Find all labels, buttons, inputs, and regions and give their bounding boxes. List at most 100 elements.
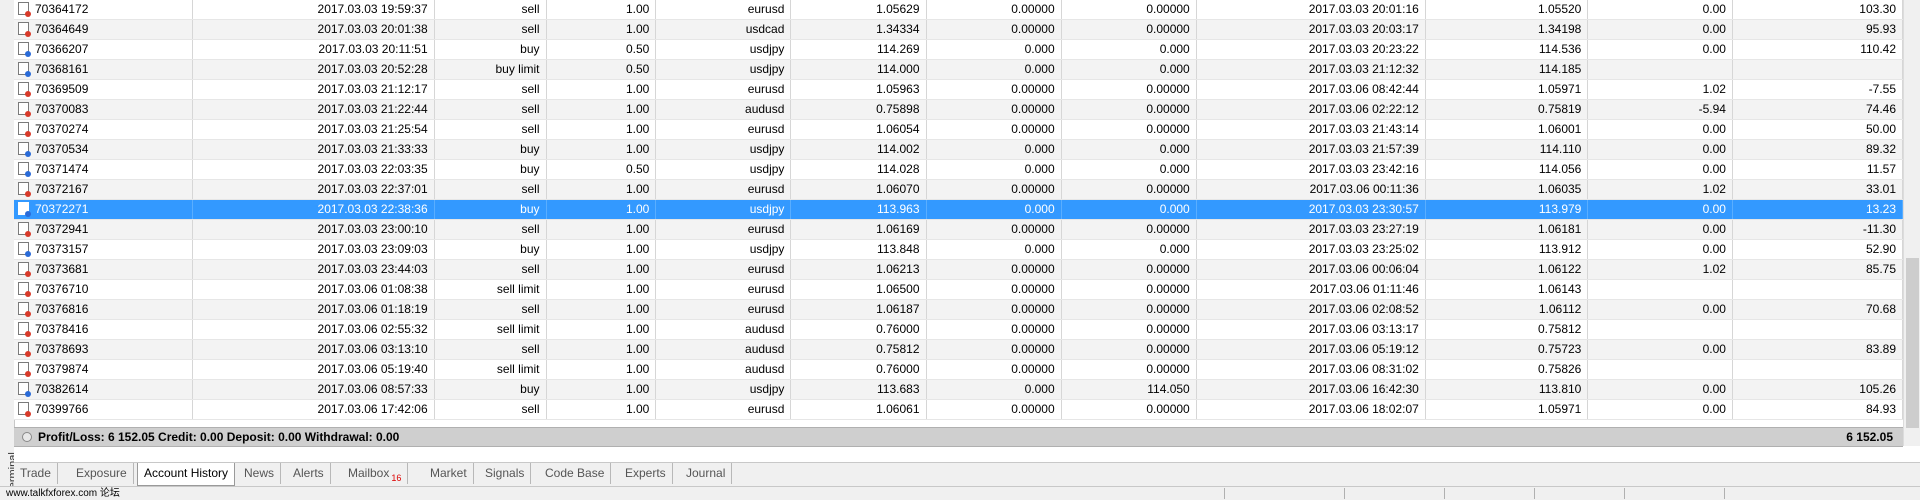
cell-tp: 0.000 [1061, 59, 1197, 80]
cell-close-time: 2017.03.06 00:06:04 [1196, 259, 1426, 280]
tab-market[interactable]: Market [424, 463, 474, 484]
cell-close-time: 2017.03.06 08:31:02 [1196, 359, 1426, 380]
tab-alerts[interactable]: Alerts [287, 463, 331, 484]
terminal-side-strip: Terminal [0, 0, 19, 499]
tab-journal[interactable]: Journal [680, 463, 733, 484]
table-row[interactable]: 70364649 2017.03.03 20:01:38 sell 1.00 usdca… [14, 19, 1904, 40]
table-row[interactable]: 70370083 2017.03.03 21:22:44 sell 1.00 audus… [14, 99, 1904, 120]
cell-sl: 0.00000 [926, 219, 1062, 240]
cell-item: eurusd [655, 299, 792, 320]
cell-sl: 0.00000 [926, 339, 1062, 360]
tab-account-history[interactable]: Account History [137, 463, 236, 486]
ticket-number: 70372271 [35, 202, 89, 216]
table-row[interactable]: 70376816 2017.03.06 01:18:19 sell 1.00 eurus… [14, 299, 1904, 320]
table-row[interactable]: 70372167 2017.03.03 22:37:01 sell 1.00 eurus… [14, 179, 1904, 200]
table-row[interactable]: 70372271 2017.03.03 22:38:36 buy 1.00 usdjpy… [14, 199, 1904, 220]
table-row[interactable]: 70373157 2017.03.03 23:09:03 buy 1.00 usdjpy… [14, 239, 1904, 260]
cell-sl: 0.000 [926, 39, 1062, 60]
table-row[interactable]: 70364172 2017.03.03 19:59:37 sell 1.00 eurus… [14, 0, 1904, 20]
cell-price: 0.76000 [790, 359, 927, 380]
ticket-number: 70373157 [35, 242, 89, 256]
cell-size: 1.00 [546, 379, 657, 400]
tab-label: News [244, 466, 275, 480]
vertical-scrollbar[interactable] [1903, 0, 1920, 446]
tab-signals[interactable]: Signals [479, 463, 532, 484]
ticket-number: 70368161 [35, 62, 89, 76]
table-row[interactable]: 70366207 2017.03.03 20:11:51 buy 0.50 usdjpy… [14, 39, 1904, 60]
account-history-grid: 70364172 2017.03.03 19:59:37 sell 1.00 eurus… [14, 0, 1904, 420]
cell-type: sell [434, 119, 547, 140]
cell-price: 114.000 [790, 59, 927, 80]
table-row[interactable]: 70368161 2017.03.03 20:52:28 buy limit 0.50… [14, 59, 1904, 80]
table-row[interactable]: 70373681 2017.03.03 23:44:03 sell 1.00 eurus… [14, 259, 1904, 280]
ticket-number: 70369509 [35, 82, 89, 96]
cell-size: 1.00 [546, 359, 657, 380]
cell-size: 1.00 [546, 259, 657, 280]
table-row[interactable]: 70376710 2017.03.06 01:08:38 sell limit 1.0… [14, 279, 1904, 300]
cell-open-time: 2017.03.03 23:00:10 [192, 219, 435, 240]
order-icon [18, 282, 31, 297]
cell-item: usdcad [655, 19, 792, 40]
cell-tp: 0.000 [1061, 39, 1197, 60]
order-icon [18, 42, 31, 57]
cell-price: 113.963 [790, 199, 927, 220]
cell-tp: 0.00000 [1061, 319, 1197, 340]
table-row[interactable]: 70371474 2017.03.03 22:03:35 buy 0.50 usdjpy… [14, 159, 1904, 180]
table-row[interactable]: 70370274 2017.03.03 21:25:54 sell 1.00 eurus… [14, 119, 1904, 140]
cell-profit: 70.68 [1732, 299, 1904, 320]
cell-ticket: 70368161 [14, 59, 193, 80]
order-icon [18, 2, 31, 17]
cell-profit [1732, 279, 1904, 300]
tab-mailbox[interactable]: Mailbox 16 [342, 463, 409, 484]
cell-size: 1.00 [546, 299, 657, 320]
tab-exposure[interactable]: Exposure [70, 463, 134, 484]
cell-type: sell limit [434, 359, 547, 380]
tab-news[interactable]: News [238, 463, 282, 484]
table-row[interactable]: 70370534 2017.03.03 21:33:33 buy 1.00 usdjpy… [14, 139, 1904, 160]
cell-price: 1.06070 [790, 179, 927, 200]
cell-price: 114.269 [790, 39, 927, 60]
scrollbar-thumb[interactable] [1906, 258, 1919, 428]
cell-swap: 0.00 [1587, 119, 1733, 140]
cell-open-time: 2017.03.03 20:52:28 [192, 59, 435, 80]
order-icon [18, 162, 31, 177]
cell-size: 0.50 [546, 159, 657, 180]
cell-profit: 95.93 [1732, 19, 1904, 40]
cell-profit [1732, 319, 1904, 340]
cell-item: usdjpy [655, 239, 792, 260]
table-row[interactable]: 70382614 2017.03.06 08:57:33 buy 1.00 usdjpy… [14, 379, 1904, 400]
cell-type: buy [434, 199, 547, 220]
table-row[interactable]: 70372941 2017.03.03 23:00:10 sell 1.00 eurus… [14, 219, 1904, 240]
cell-sl: 0.00000 [926, 319, 1062, 340]
cell-open-time: 2017.03.06 01:18:19 [192, 299, 435, 320]
order-icon [18, 242, 31, 257]
cell-item: usdjpy [655, 139, 792, 160]
ticket-number: 70370274 [35, 122, 89, 136]
tab-code-base[interactable]: Code Base [539, 463, 612, 484]
tab-trade[interactable]: Trade [14, 463, 58, 484]
table-row[interactable]: 70399766 2017.03.06 17:42:06 sell 1.00 eurus… [14, 399, 1904, 420]
cell-profit: 33.01 [1732, 179, 1904, 200]
cell-swap: 0.00 [1587, 0, 1733, 20]
table-row[interactable]: 70379874 2017.03.06 05:19:40 sell limit 1.0… [14, 359, 1904, 380]
cell-open-time: 2017.03.03 22:37:01 [192, 179, 435, 200]
cell-type: sell limit [434, 319, 547, 340]
table-row[interactable]: 70378693 2017.03.06 03:13:10 sell 1.00 audus… [14, 339, 1904, 360]
cell-close-time: 2017.03.06 05:19:12 [1196, 339, 1426, 360]
blank-area [14, 447, 1920, 462]
cell-swap: 1.02 [1587, 79, 1733, 100]
ticket-number: 70371474 [35, 162, 89, 176]
cell-price: 1.34334 [790, 19, 927, 40]
tab-experts[interactable]: Experts [619, 463, 673, 484]
cell-close-price: 1.34198 [1425, 19, 1589, 40]
order-icon [18, 222, 31, 237]
cell-sl: 0.00000 [926, 119, 1062, 140]
ticket-number: 70373681 [35, 262, 89, 276]
ticket-number: 70378416 [35, 322, 89, 336]
cell-size: 1.00 [546, 19, 657, 40]
table-row[interactable]: 70369509 2017.03.03 21:12:17 sell 1.00 eurus… [14, 79, 1904, 100]
ticket-number: 70376710 [35, 282, 89, 296]
cell-close-price: 113.979 [1425, 199, 1589, 220]
table-row[interactable]: 70378416 2017.03.06 02:55:32 sell limit 1.0… [14, 319, 1904, 340]
order-icon [18, 62, 31, 77]
